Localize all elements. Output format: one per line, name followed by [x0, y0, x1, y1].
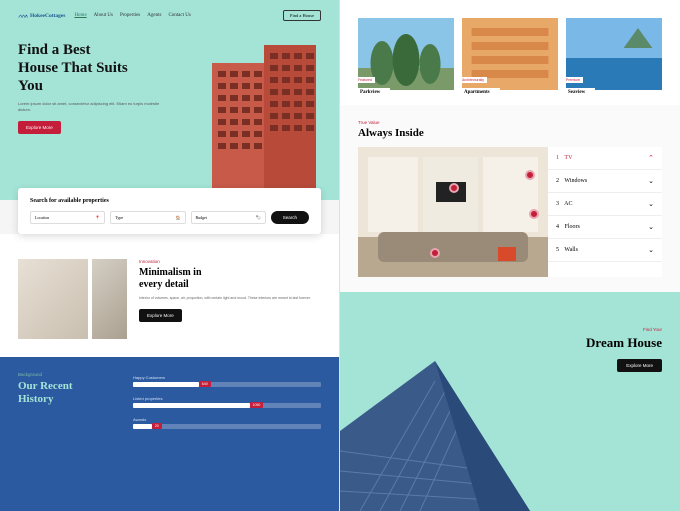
- hero-subtitle: Lorem ipsum dolor sit amet, consectetur …: [18, 101, 168, 113]
- hero-title: Find a Best House That Suits You: [18, 41, 168, 95]
- chevron-down-icon: ⌄: [648, 177, 654, 185]
- search-title: Search for available properties: [30, 198, 309, 204]
- dream-explore-button[interactable]: Explore More: [617, 359, 662, 372]
- dream-eyebrow: Find Your: [586, 327, 662, 332]
- hist-eyebrow: Background: [18, 372, 118, 377]
- gallery-seaview[interactable]: Premium Seaview: [566, 18, 662, 95]
- gallery-apartments[interactable]: Architecturally Apartments: [462, 18, 558, 95]
- home-icon: 🏠: [176, 215, 181, 220]
- hist-title: Our RecentHistory: [18, 380, 118, 406]
- find-house-button[interactable]: Find a House: [283, 10, 321, 21]
- acc-ac[interactable]: 3 AC⌄: [548, 193, 662, 216]
- feature-accordion: 1 TV⌃ 2 Windows⌄ 3 AC⌄ 4 Floors⌄ 5 Walls…: [548, 147, 662, 277]
- chevron-down-icon: ⌄: [648, 223, 654, 231]
- acc-tv[interactable]: 1 TV⌃: [548, 147, 662, 170]
- gallery-section: Featured Parkview Architecturally Apartm…: [340, 0, 680, 105]
- stat-awards: Awards 20: [133, 417, 321, 429]
- nav-properties[interactable]: Properties: [120, 13, 140, 18]
- type-field[interactable]: Type🏠: [110, 211, 185, 224]
- min-eyebrow: Innovation: [139, 259, 321, 264]
- chevron-up-icon: ⌃: [648, 154, 654, 162]
- hero-building-image: [204, 45, 324, 200]
- nav-contact[interactable]: Contact Us: [168, 13, 190, 18]
- logo-icon: [18, 13, 28, 19]
- stat-customers: Happy Customers 640: [133, 375, 321, 387]
- tag-icon: 🏷: [256, 215, 261, 220]
- dream-title: Dream House: [586, 335, 662, 351]
- always-inside-section: True Value Always Inside 1 TV⌃ 2 Windows…: [340, 105, 680, 292]
- interior-image-2: [92, 259, 127, 339]
- chevron-down-icon: ⌄: [648, 200, 654, 208]
- history-section: Background Our RecentHistory Happy Custo…: [0, 357, 339, 511]
- gallery-parkview[interactable]: Featured Parkview: [358, 18, 454, 95]
- chevron-down-icon: ⌄: [648, 246, 654, 254]
- acc-windows[interactable]: 2 Windows⌄: [548, 170, 662, 193]
- nav-agents[interactable]: Agents: [147, 13, 161, 18]
- pin-icon: 📍: [95, 215, 100, 220]
- glass-building-image: [340, 361, 530, 511]
- top-nav: HokeeCottages Home About Us Properties A…: [18, 10, 321, 21]
- logo[interactable]: HokeeCottages: [18, 13, 65, 19]
- acc-walls[interactable]: 5 Walls⌄: [548, 239, 662, 262]
- search-card: Search for available properties Location…: [18, 188, 321, 234]
- minimalism-section: Innovation Minimalism inevery detail Int…: [0, 234, 339, 357]
- nav-about[interactable]: About Us: [94, 13, 113, 18]
- stat-properties: Listed properties 1050: [133, 396, 321, 408]
- nav-home[interactable]: Home: [74, 13, 86, 18]
- hero-explore-button[interactable]: Explore More: [18, 121, 61, 134]
- min-subtitle: Interior of volumes, space, air, proport…: [139, 296, 321, 301]
- dream-house-section: Find Your Dream House Explore More: [340, 292, 680, 511]
- min-title: Minimalism inevery detail: [139, 267, 321, 291]
- budget-field[interactable]: Budget🏷: [191, 211, 266, 224]
- min-explore-button[interactable]: Explore More: [139, 309, 182, 322]
- always-eyebrow: True Value: [358, 120, 662, 125]
- search-button[interactable]: Search: [271, 211, 309, 224]
- always-title: Always Inside: [358, 127, 662, 139]
- hero-section: HokeeCottages Home About Us Properties A…: [0, 0, 339, 200]
- acc-floors[interactable]: 4 Floors⌄: [548, 216, 662, 239]
- room-image: [358, 147, 548, 277]
- interior-image-1: [18, 259, 88, 339]
- location-field[interactable]: Location📍: [30, 211, 105, 224]
